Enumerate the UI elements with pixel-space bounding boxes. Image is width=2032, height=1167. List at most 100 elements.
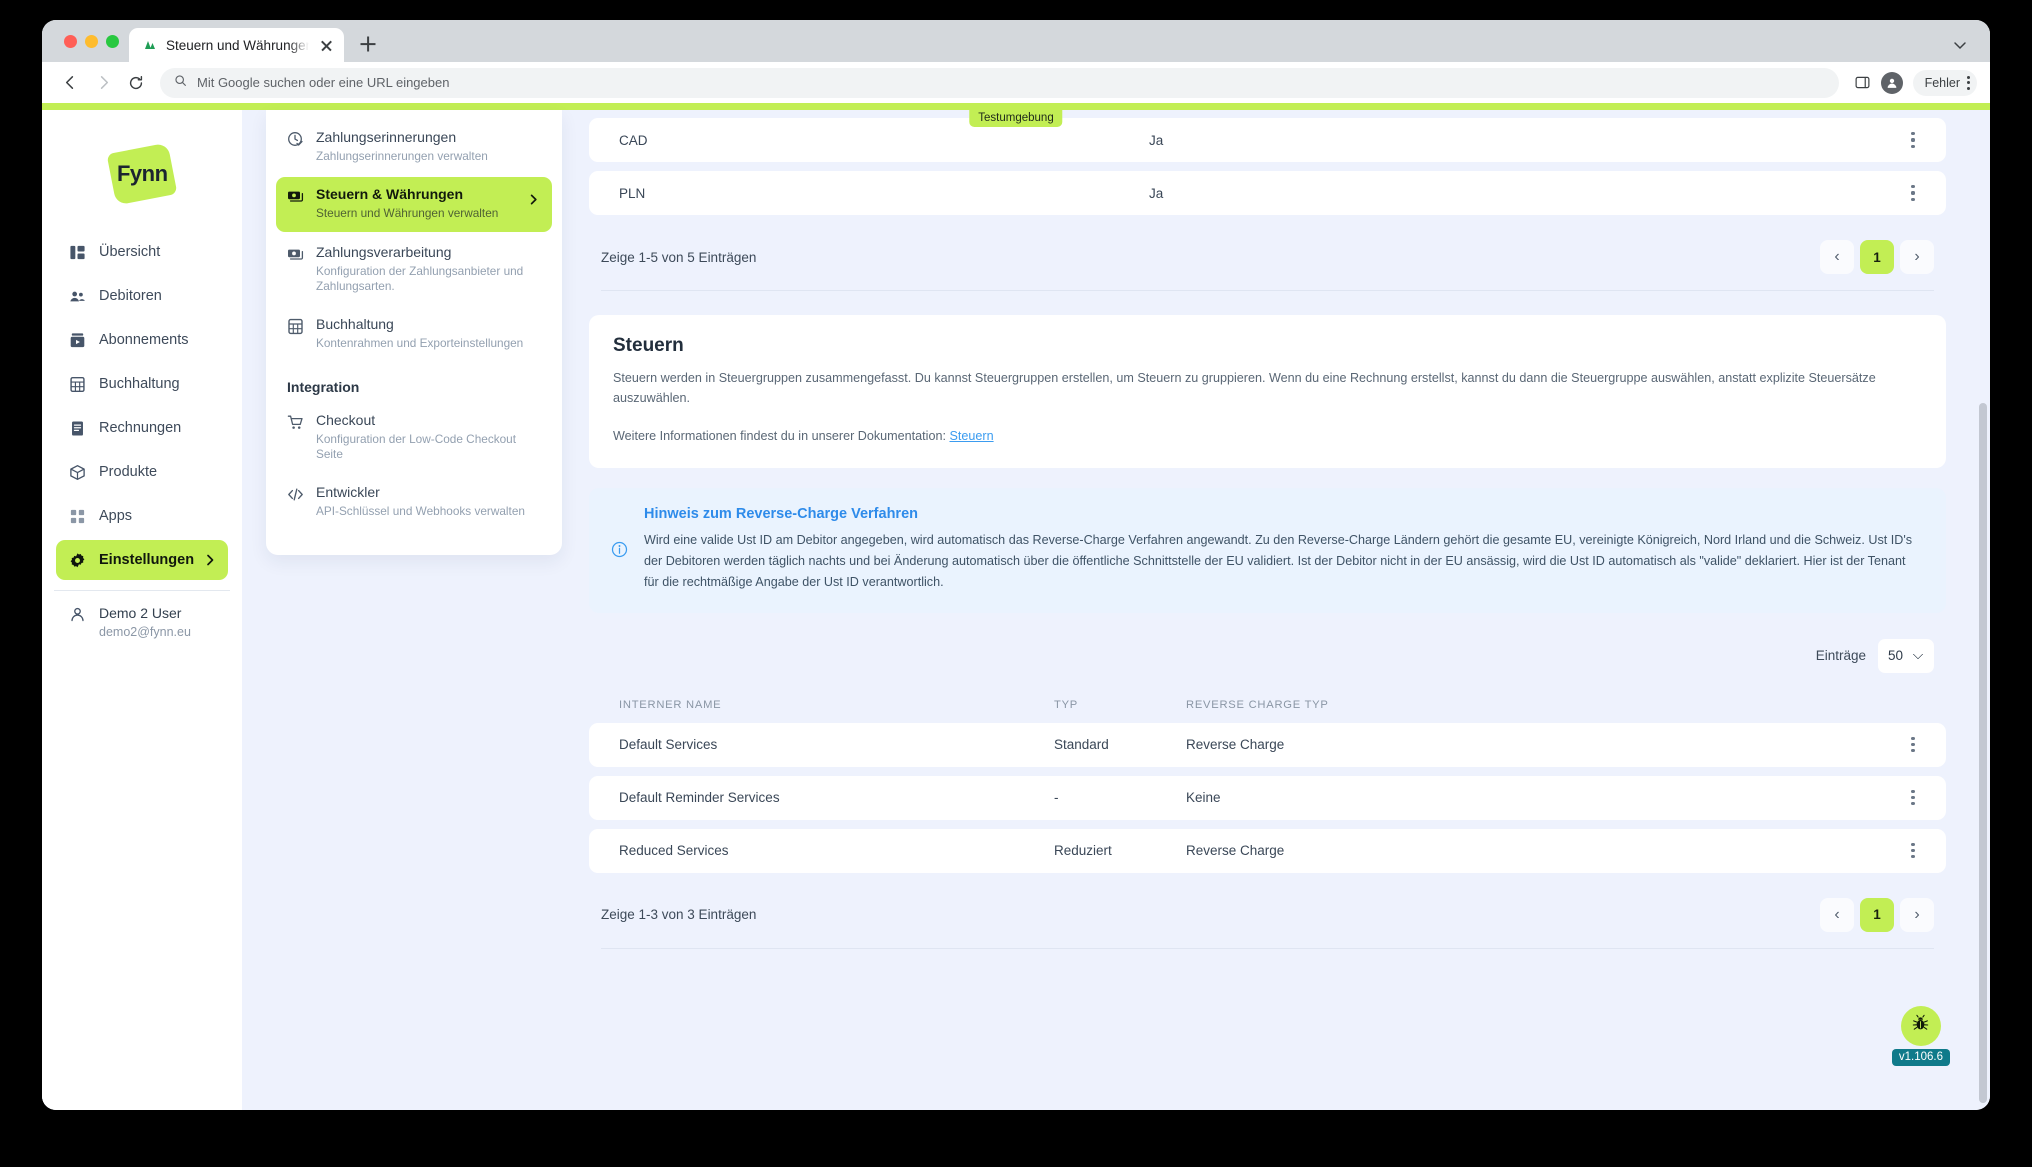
users-icon	[68, 287, 86, 305]
close-tab-icon[interactable]	[318, 37, 335, 54]
main-content: CAD Ja PLN Ja Zeige 1-5 von 5 Einträgen …	[569, 110, 1990, 1110]
user-name: Demo 2 User	[99, 605, 182, 621]
browser-tab-title: Steuern und Währungen - Fynn	[166, 37, 309, 53]
bug-report-button[interactable]	[1900, 1006, 1941, 1046]
browser-toolbar: Mit Google suchen oder eine URL eingeben…	[42, 62, 1990, 103]
sidebar-item-rechnungen[interactable]: Rechnungen	[56, 408, 228, 448]
submenu-item-zahlungserinnerungen[interactable]: Zahlungserinnerungen Zahlungserinnerunge…	[276, 120, 552, 174]
page-viewport: Testumgebung Fynn Übersicht Debitoren Ab…	[42, 103, 1990, 1110]
pagination-prev-button[interactable]: ‹	[1820, 240, 1854, 274]
sidebar-item-produkte[interactable]: Produkte	[56, 452, 228, 492]
submenu-item-entwickler[interactable]: Entwickler API-Schlüssel und Webhooks ve…	[276, 475, 552, 529]
split-view-icon[interactable]	[1850, 70, 1876, 96]
submenu-item-desc: Steuern und Währungen verwalten	[316, 206, 499, 221]
reverse-charge-info-box: Hinweis zum Reverse-Charge Verfahren Wir…	[589, 488, 1946, 613]
entries-per-page-control: Einträge 50	[589, 613, 1946, 685]
pagination-next-button[interactable]: ›	[1900, 240, 1934, 274]
close-window-button[interactable]	[64, 34, 77, 48]
table-row[interactable]: Reduced Services Reduziert Reverse Charg…	[589, 828, 1946, 873]
box-icon	[68, 463, 86, 481]
calculator-icon	[287, 318, 304, 335]
gear-icon	[68, 551, 86, 569]
page-title: Steuern	[613, 335, 684, 356]
table-row[interactable]: PLN Ja	[589, 171, 1946, 215]
submenu-item-steuern-waehrungen[interactable]: Steuern & Währungen Steuern und Währunge…	[276, 177, 552, 232]
sidebar-item-uebersicht[interactable]: Übersicht	[56, 232, 228, 272]
submenu-item-title: Steuern & Währungen	[316, 186, 464, 203]
submenu-item-desc: Konfiguration der Low-Code Checkout Seit…	[316, 431, 517, 461]
reload-button[interactable]	[121, 68, 151, 98]
row-actions-menu-icon[interactable]	[1902, 842, 1924, 859]
pagination-prev-button[interactable]: ‹	[1820, 897, 1854, 932]
browser-tab[interactable]: Steuern und Währungen - Fynn	[129, 28, 344, 62]
currency-code: CAD	[619, 132, 648, 148]
version-badge: v1.106.6	[1891, 1049, 1950, 1066]
bug-icon	[1911, 1014, 1930, 1038]
submenu-item-title: Checkout	[316, 411, 376, 428]
sidebar-item-label: Abonnements	[99, 332, 189, 348]
sidebar-item-einstellungen[interactable]: Einstellungen	[56, 540, 228, 580]
maximize-window-button[interactable]	[106, 34, 119, 48]
back-button[interactable]	[55, 68, 85, 98]
table-row[interactable]: CAD Ja	[589, 118, 1946, 162]
bug-report-widget: v1.106.6	[1891, 1006, 1950, 1066]
minimize-window-button[interactable]	[85, 34, 98, 48]
browser-menu-icon[interactable]	[1967, 75, 1970, 90]
error-indicator-chip[interactable]: Fehler	[1912, 69, 1977, 96]
entries-label: Einträge	[1815, 648, 1866, 664]
currency-enabled: Ja	[1149, 185, 1164, 201]
cart-icon	[287, 414, 304, 431]
sidebar-item-label: Debitoren	[99, 288, 162, 304]
column-header-reverse-charge: Reverse Charge Typ	[1186, 698, 1329, 711]
submenu-item-title: Entwickler	[316, 484, 380, 501]
submenu-item-title: Zahlungsverarbeitung	[316, 243, 452, 260]
page-scrollbar[interactable]	[1979, 403, 1987, 1103]
table-row[interactable]: Default Services Standard Reverse Charge	[589, 722, 1946, 767]
code-icon	[287, 486, 304, 503]
chevron-right-icon	[527, 193, 540, 206]
pagination-page-1[interactable]: 1	[1860, 897, 1894, 932]
section-divider	[601, 290, 1934, 291]
section-divider	[601, 947, 1934, 949]
banknotes-icon	[287, 188, 304, 205]
table-row[interactable]: Default Reminder Services - Keine	[589, 775, 1946, 820]
sidebar-item-apps[interactable]: Apps	[56, 496, 228, 536]
logo-text: Fynn	[116, 161, 168, 186]
calculator-icon	[68, 375, 86, 393]
submenu-item-checkout[interactable]: Checkout Konfiguration der Low-Code Chec…	[276, 403, 552, 473]
dashboard-icon	[68, 243, 86, 261]
error-chip-label: Fehler	[1924, 75, 1960, 90]
row-actions-menu-icon[interactable]	[1902, 736, 1924, 753]
tab-list-chevron-down-icon[interactable]	[1952, 37, 1968, 53]
submenu-item-desc: Konfiguration der Zahlungsanbieter und Z…	[316, 263, 524, 293]
pagination-next-button[interactable]: ›	[1900, 897, 1934, 932]
sidebar-item-label: Apps	[99, 508, 133, 524]
currency-code: PLN	[619, 185, 646, 201]
submenu-item-buchhaltung[interactable]: Buchhaltung Kontenrahmen und Exporteinst…	[276, 307, 552, 361]
pagination-page-1[interactable]: 1	[1860, 240, 1894, 274]
column-header-name: Interner Name	[619, 698, 722, 711]
new-tab-button[interactable]	[353, 29, 383, 59]
sidebar-item-abonnements[interactable]: Abonnements	[56, 320, 228, 360]
currency-enabled: Ja	[1149, 132, 1164, 148]
documentation-link[interactable]: Steuern	[949, 429, 993, 443]
address-bar[interactable]: Mit Google suchen oder eine URL eingeben	[160, 67, 1839, 98]
environment-bar	[42, 103, 1990, 110]
row-actions-menu-icon[interactable]	[1902, 789, 1924, 806]
sidebar-item-debitoren[interactable]: Debitoren	[56, 276, 228, 316]
submenu-item-zahlungsverarbeitung[interactable]: Zahlungsverarbeitung Konfiguration der Z…	[276, 235, 552, 305]
taxes-description: Steuern werden in Steuergruppen zusammen…	[613, 371, 1876, 406]
submenu-item-desc: Zahlungserinnerungen verwalten	[316, 149, 488, 163]
tax-group-name: Reduced Services	[619, 843, 729, 859]
pagination-count: Zeige 1-5 von 5 Einträgen	[601, 249, 757, 265]
entries-select[interactable]: 50	[1878, 638, 1934, 673]
forward-button[interactable]	[88, 68, 118, 98]
sidebar-user-profile[interactable]: Demo 2 User demo2@fynn.eu	[42, 591, 242, 641]
tax-group-reverse-charge: Reverse Charge	[1186, 737, 1285, 753]
row-actions-menu-icon[interactable]	[1902, 132, 1924, 148]
sidebar-item-label: Rechnungen	[99, 420, 182, 436]
profile-avatar[interactable]	[1879, 70, 1905, 96]
sidebar-item-buchhaltung[interactable]: Buchhaltung	[56, 364, 228, 404]
row-actions-menu-icon[interactable]	[1902, 185, 1924, 201]
app-logo[interactable]: Fynn	[42, 128, 242, 220]
